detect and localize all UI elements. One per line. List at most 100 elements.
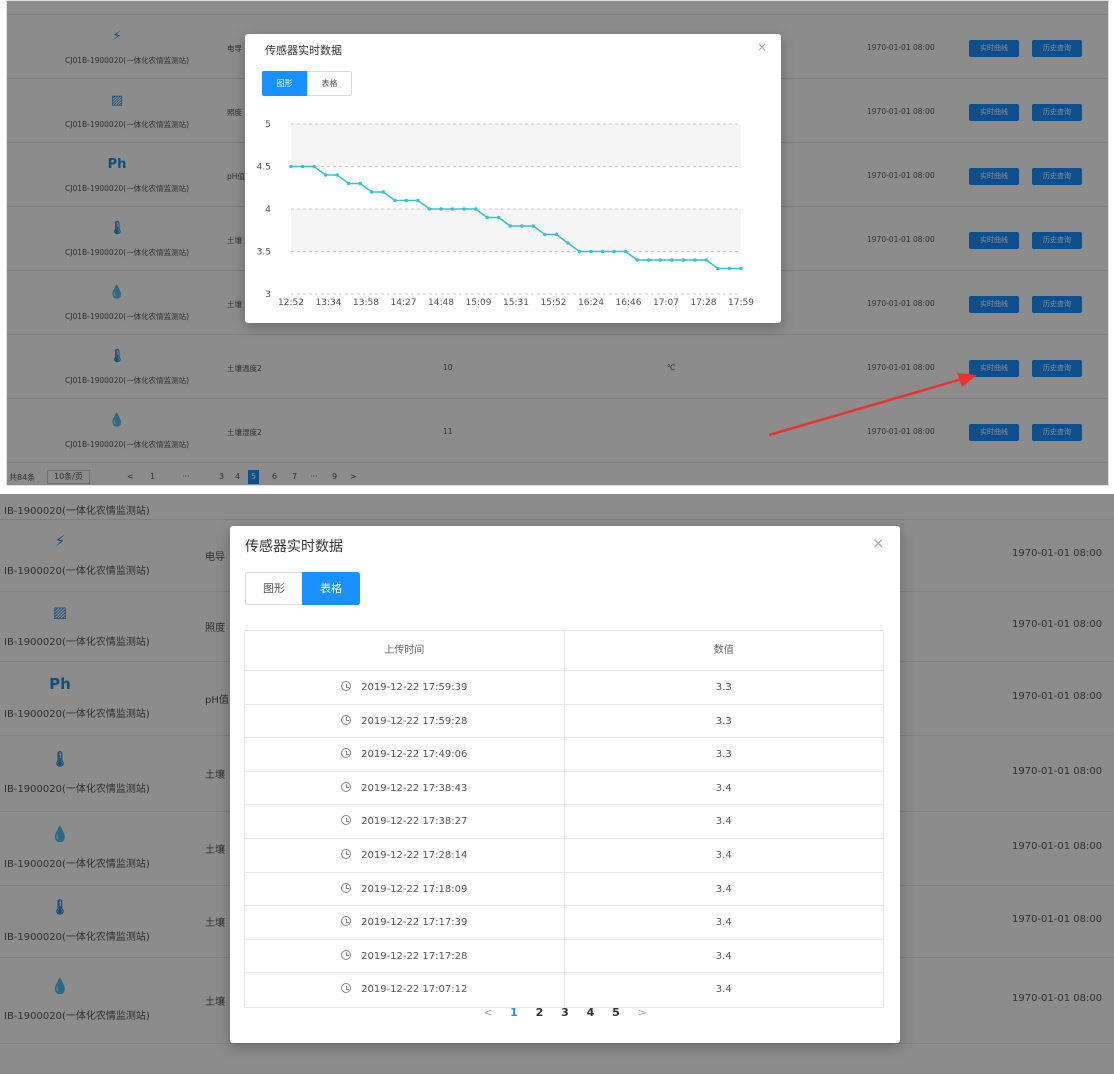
data-point [612, 249, 616, 254]
soil-moisture-icon: 💧 [50, 825, 70, 843]
data-point [519, 224, 524, 228]
value-cell: 3.4 [715, 917, 732, 929]
soil-temperature-icon: 🌡 [50, 750, 70, 768]
modal-title: 传感器实时数据 [265, 44, 342, 57]
page-2[interactable]: 2 [536, 1006, 544, 1019]
upload-time-cell: 2019-12-22 17:18:09 [245, 872, 565, 906]
close-icon[interactable]: × [872, 534, 885, 552]
x-tick-label: 16:46 [616, 298, 642, 308]
soil-temperature-icon: 🌡 [50, 898, 70, 916]
data-point [727, 266, 732, 271]
close-icon[interactable]: × [757, 40, 767, 54]
data-point [589, 249, 593, 254]
x-tick-label: 17:59 [728, 298, 754, 308]
clock-icon [341, 916, 352, 927]
next-page-button[interactable]: > [638, 1006, 647, 1019]
update-time: 1970-01-01 08:00 [1012, 691, 1103, 702]
x-tick-label: 15:52 [541, 298, 567, 308]
sensor-name: 土壤 [205, 918, 225, 929]
y-tick-label: 3.5 [257, 248, 271, 258]
sensor-name: pH值 [205, 695, 229, 706]
device-name: IB-1900020(一体化农情监测站) [4, 709, 150, 720]
upload-time: 2019-12-22 17:17:39 [361, 917, 468, 929]
table-header: 上传时间 数值 [245, 631, 883, 671]
y-tick-label: 4 [265, 205, 271, 215]
tab-table[interactable]: 表格 [302, 572, 360, 605]
page-1-current[interactable]: 1 [510, 1006, 518, 1019]
x-tick-label: 13:34 [316, 298, 342, 308]
clock-icon [341, 714, 352, 725]
sensor-name: 土壤 [205, 845, 225, 856]
device-name: IB-1900020(一体化农情监测站) [4, 637, 150, 648]
x-tick-label: 13:58 [353, 298, 379, 308]
clock-icon [341, 781, 352, 792]
table-pagination: < 1 2 3 4 5 > [230, 1006, 900, 1019]
table-row: 2019-12-22 17:49:06 3.3 [245, 738, 883, 772]
device-name: IB-1900020(一体化农情监测站) [4, 932, 150, 943]
data-point [462, 207, 466, 211]
data-point [577, 249, 582, 254]
x-tick-label: 17:28 [691, 298, 717, 308]
table-row: 2019-12-22 17:38:43 3.4 [245, 771, 883, 806]
prev-page-button[interactable]: < [483, 1006, 492, 1019]
x-tick-label: 16:24 [578, 298, 604, 308]
update-time: 1970-01-01 08:00 [1012, 914, 1103, 925]
data-point [681, 258, 686, 262]
y-tick-label: 4.5 [257, 163, 271, 173]
data-point [450, 207, 455, 211]
data-point [381, 190, 386, 194]
modal-title: 传感器实时数据 [245, 539, 343, 555]
upload-time: 2019-12-22 17:17:28 [361, 950, 468, 962]
data-point [289, 164, 293, 169]
device-name: IB-1900020(一体化农情监测站) [4, 506, 150, 517]
value-cell: 3.4 [715, 984, 732, 996]
sensor-name: 土壤 [205, 997, 225, 1008]
table-row: 2019-12-22 17:59:28 3.3 [245, 704, 883, 739]
table-row: 2019-12-22 17:17:28 3.4 [245, 939, 883, 974]
table-row: 2019-12-22 17:18:09 3.4 [245, 872, 883, 907]
value-cell: 3.4 [715, 883, 732, 895]
page-4[interactable]: 4 [587, 1006, 595, 1019]
screenshot-table-view: IB-1900020(一体化农情监测站) ⚡ IB-1900020(一体化农情监测站… [0, 494, 1114, 1074]
grid-band [291, 124, 741, 167]
value-cell: 3.4 [715, 950, 732, 962]
page-3[interactable]: 3 [561, 1006, 569, 1019]
table-row: 2019-12-22 17:07:12 3.4 [245, 973, 883, 1007]
sensor-name: 土壤 [205, 770, 225, 781]
data-point [704, 258, 709, 262]
table-row: 2019-12-22 17:59:39 3.3 [245, 671, 883, 705]
clock-icon [341, 983, 352, 994]
device-name: IB-1900020(一体化农情监测站) [4, 1011, 150, 1022]
screenshot-graph-view: CJ01B-1900020(一体化农情监测站)1970-01-01 08:00实… [6, 0, 1109, 486]
data-point [554, 232, 559, 237]
page-5[interactable]: 5 [612, 1006, 620, 1019]
upload-time-cell: 2019-12-22 17:17:39 [245, 906, 565, 939]
data-point [335, 173, 339, 177]
tab-table[interactable]: 表格 [307, 71, 352, 96]
clock-icon [341, 882, 352, 893]
data-point [566, 241, 570, 245]
ph-icon: Ph [49, 675, 71, 693]
x-tick-label: 14:27 [391, 298, 417, 308]
value-cell: 3.4 [715, 782, 732, 794]
column-header-value: 数值 [713, 645, 734, 656]
data-point [358, 181, 363, 186]
sensor-name: 照度 [205, 623, 225, 634]
update-time: 1970-01-01 08:00 [1012, 548, 1103, 559]
clock-icon [341, 815, 352, 826]
upload-time-cell: 2019-12-22 17:49:06 [245, 738, 565, 771]
column-header-upload-time: 上传时间 [245, 631, 565, 670]
data-point [669, 258, 674, 262]
data-point [543, 232, 547, 237]
tab-graph[interactable]: 图形 [245, 572, 303, 605]
tab-graph[interactable]: 图形 [262, 71, 307, 96]
sensor-name: 电导 [205, 552, 225, 563]
value-cell: 3.4 [715, 816, 732, 828]
data-point [439, 207, 443, 211]
value-cell: 3.3 [715, 715, 732, 727]
clock-icon [341, 748, 352, 759]
upload-time: 2019-12-22 17:59:39 [361, 682, 468, 693]
upload-time: 2019-12-22 17:18:09 [361, 883, 468, 895]
clock-icon [341, 681, 352, 691]
data-point [393, 198, 397, 203]
